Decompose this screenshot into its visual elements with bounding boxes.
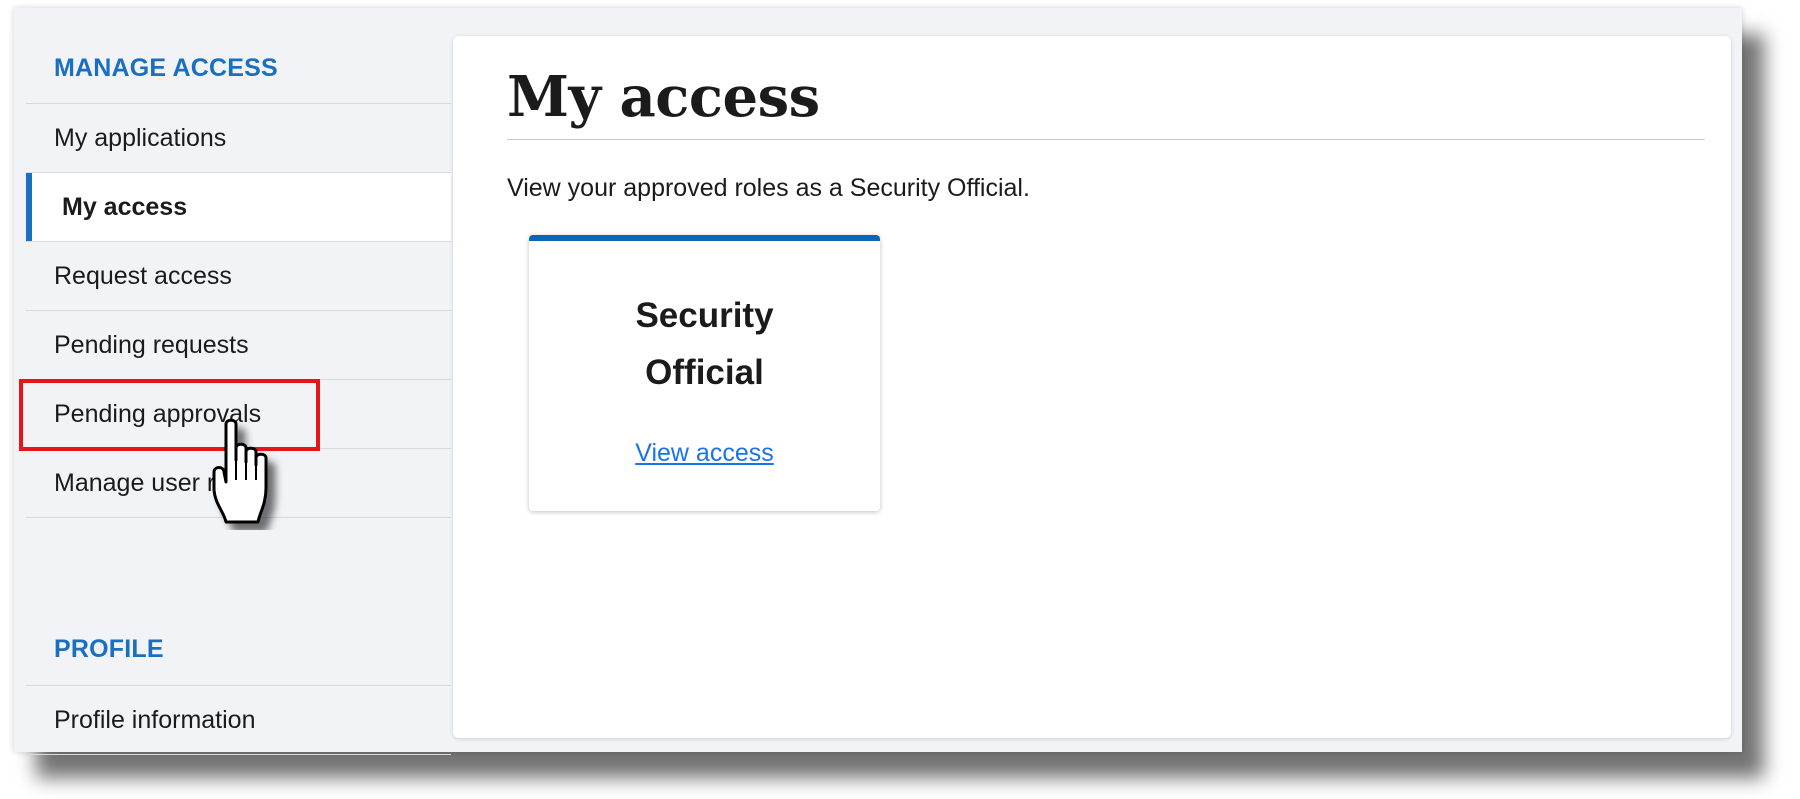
role-card-title: Security Official — [635, 296, 774, 392]
sidebar-item-profile-information[interactable]: Profile information — [26, 686, 451, 755]
sidebar-item-my-access[interactable]: My access — [26, 173, 451, 242]
sidebar-nav: MANAGE ACCESS My applications My access … — [26, 34, 451, 755]
section-heading-manage-access: MANAGE ACCESS — [26, 34, 451, 104]
role-card-security-official: Security Official View access — [529, 235, 880, 511]
hand-pointer-icon — [212, 418, 268, 524]
sidebar-item-request-access[interactable]: Request access — [26, 242, 451, 311]
page-title: My access — [507, 64, 820, 130]
sidebar-item-my-applications[interactable]: My applications — [26, 104, 451, 173]
view-access-link[interactable]: View access — [529, 439, 880, 468]
section-heading-profile: PROFILE — [26, 614, 451, 686]
main-content: My access View your approved roles as a … — [453, 36, 1731, 738]
sidebar-item-pending-requests[interactable]: Pending requests — [26, 311, 451, 380]
page-subtitle: View your approved roles as a Security O… — [507, 174, 1030, 202]
title-divider — [507, 139, 1705, 140]
